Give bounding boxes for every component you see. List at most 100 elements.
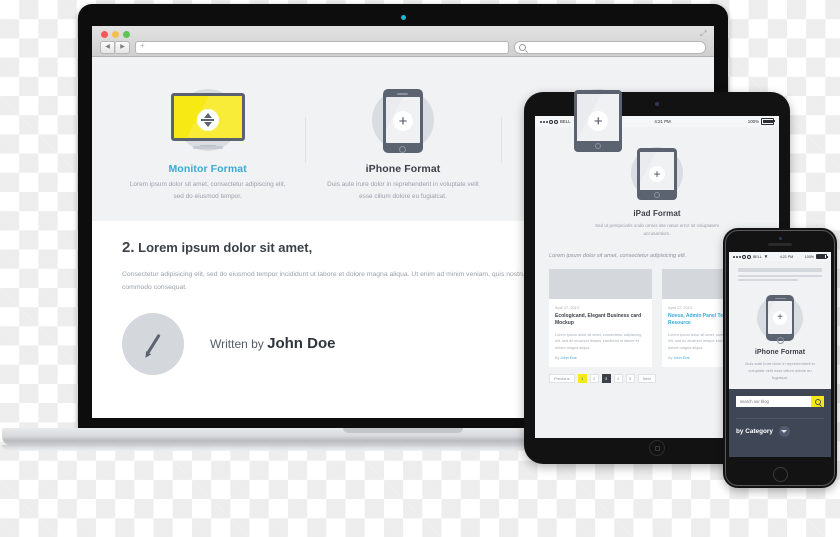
by-author[interactable]: John Doe — [674, 356, 690, 360]
card-byline: By John Doe — [555, 356, 646, 360]
forward-button[interactable]: ▶ — [116, 41, 130, 54]
ipad-status-bar: BELL ▼ 4:21 PM 100% — [535, 116, 779, 127]
battery-label: 100% — [747, 119, 759, 124]
home-button-icon — [654, 192, 660, 198]
battery-icon — [761, 118, 775, 125]
window-traffic-lights — [101, 31, 130, 38]
home-button-icon — [399, 145, 407, 153]
chevron-down-icon[interactable] — [778, 426, 790, 438]
iphone-hero-description: Duis aute irure dolor in reprehenderit i… — [745, 360, 815, 380]
category-selector[interactable]: by Category — [736, 418, 824, 438]
plus-icon: + — [773, 310, 787, 325]
pagination-page-1[interactable]: 1 — [577, 374, 587, 384]
pagination-page-3[interactable]: 3 — [601, 374, 611, 384]
written-by-line: Written by John Doe — [210, 335, 335, 352]
battery-icon — [815, 253, 828, 260]
browser-search-field[interactable] — [514, 41, 706, 54]
monitor-glyph — [170, 93, 245, 149]
browser-toolbar: ◀ ▶ — [100, 41, 706, 54]
status-carrier-group: BELL ▼ — [540, 119, 577, 124]
pagination-next[interactable]: Next — [637, 374, 656, 384]
magnifier-icon — [814, 398, 821, 405]
iphone-footer: by Category — [729, 389, 831, 457]
iphone-device: BELL ▼ 4:21 PM 100% + iPhone Format Duis… — [723, 228, 837, 488]
iphone-placeholder-bars — [729, 261, 831, 281]
status-carrier-group: BELL ▼ — [733, 254, 768, 259]
wifi-icon: ▼ — [763, 254, 769, 259]
search-input[interactable] — [736, 396, 811, 408]
by-author[interactable]: John Doe — [561, 356, 577, 360]
search-submit-button[interactable] — [811, 396, 824, 408]
card-body: April 17, 2013 Ecologicand, Elegant Busi… — [549, 299, 652, 368]
ipad-hero: + iPad Format Sed ut perspiciatis unde o… — [535, 127, 779, 245]
pagination-page-5[interactable]: 5 — [625, 374, 635, 384]
browser-chrome: ⤢ ◀ ▶ — [92, 26, 714, 57]
iphone-status-bar: BELL ▼ 4:21 PM 100% — [729, 252, 831, 261]
battery-label: 100% — [804, 254, 814, 259]
format-description: Lorem ipsum dolor sit amet, consectetur … — [129, 181, 286, 200]
status-time: 4:21 PM — [779, 254, 794, 259]
format-column-monitor: Monitor Format Lorem ipsum dolor sit ame… — [110, 83, 305, 203]
iphone-icon: + — [729, 291, 831, 345]
monitor-icon — [118, 83, 297, 159]
blog-search-form — [736, 396, 824, 408]
format-title: Monitor Format — [168, 163, 247, 175]
minimize-window-icon[interactable] — [112, 31, 119, 38]
ipad-camera-icon — [655, 102, 659, 106]
format-title: iPhone Format — [365, 163, 441, 175]
home-button-icon — [595, 143, 602, 149]
format-column-iphone: + iPhone Format Duis aute irure dolor in… — [305, 83, 500, 203]
pagination-page-2[interactable]: 2 — [589, 374, 599, 384]
close-window-icon[interactable] — [101, 31, 108, 38]
pagination-page-4[interactable]: 4 — [613, 374, 623, 384]
status-battery-group: 100% — [747, 118, 775, 125]
search-icon — [519, 43, 526, 51]
card-excerpt: Lorem ipsum dolor sit amet, consectetur … — [555, 332, 642, 350]
iphone-hero: + iPhone Format Duis aute irure dolor in… — [729, 284, 831, 390]
ipad-hero-title: iPad Format — [633, 209, 681, 218]
author-name: John Doe — [267, 335, 336, 353]
by-label: By — [668, 356, 673, 361]
signal-strength-icon — [540, 119, 558, 124]
category-label: by Category — [736, 428, 773, 436]
article-title: Lorem ipsum dolor sit amet, — [138, 239, 313, 255]
home-button-icon — [776, 337, 784, 344]
pagination-previous[interactable]: Previous — [549, 374, 575, 384]
resize-handle-icon[interactable]: ⤢ — [700, 30, 708, 38]
iphone-screen: BELL ▼ 4:21 PM 100% + iPhone Format Duis… — [729, 252, 831, 457]
resize-arrows-icon — [196, 109, 219, 131]
arrow-down-icon — [203, 121, 212, 127]
carrier-label: BELL — [560, 119, 571, 124]
written-by-label: Written by — [210, 337, 264, 352]
monitor-foot — [192, 146, 223, 149]
address-bar[interactable] — [135, 41, 509, 54]
card-date: April 17, 2013 — [555, 304, 580, 310]
iphone-home-button[interactable] — [772, 467, 788, 482]
signal-strength-icon — [733, 254, 751, 259]
format-description: Duis aute irure dolor in reprehenderit i… — [327, 181, 479, 200]
device-mockup-stage: ⤢ ◀ ▶ + Monitor Format Lorem ipsum dolor… — [0, 0, 840, 537]
arrow-up-icon — [203, 113, 212, 119]
list-item[interactable]: April 17, 2013 Ecologicand, Elegant Busi… — [549, 268, 652, 368]
divider-line — [201, 119, 215, 121]
article-number: 2. — [122, 238, 135, 256]
laptop-camera-icon — [400, 15, 406, 20]
ipad-icon: + — [535, 143, 779, 205]
card-title[interactable]: Ecologicand, Elegant Business card Mocku… — [555, 313, 646, 328]
status-battery-group: 100% — [804, 253, 828, 260]
avatar — [122, 312, 184, 375]
iphone-hero-title: iPhone Format — [754, 348, 806, 356]
card-thumbnail — [549, 268, 652, 299]
iphone-camera-icon — [778, 237, 782, 240]
back-button[interactable]: ◀ — [100, 41, 115, 54]
carrier-label: BELL — [753, 254, 762, 259]
speaker-icon — [774, 297, 786, 299]
maximize-window-icon[interactable] — [123, 31, 130, 38]
nav-buttons: ◀ ▶ — [100, 41, 130, 54]
plus-icon: + — [649, 166, 665, 182]
iphone-icon: + — [313, 83, 492, 159]
ipad-home-button[interactable] — [649, 440, 665, 456]
plus-icon: + — [392, 111, 413, 131]
iphone-speaker-icon — [768, 243, 792, 246]
speaker-icon — [397, 93, 409, 95]
